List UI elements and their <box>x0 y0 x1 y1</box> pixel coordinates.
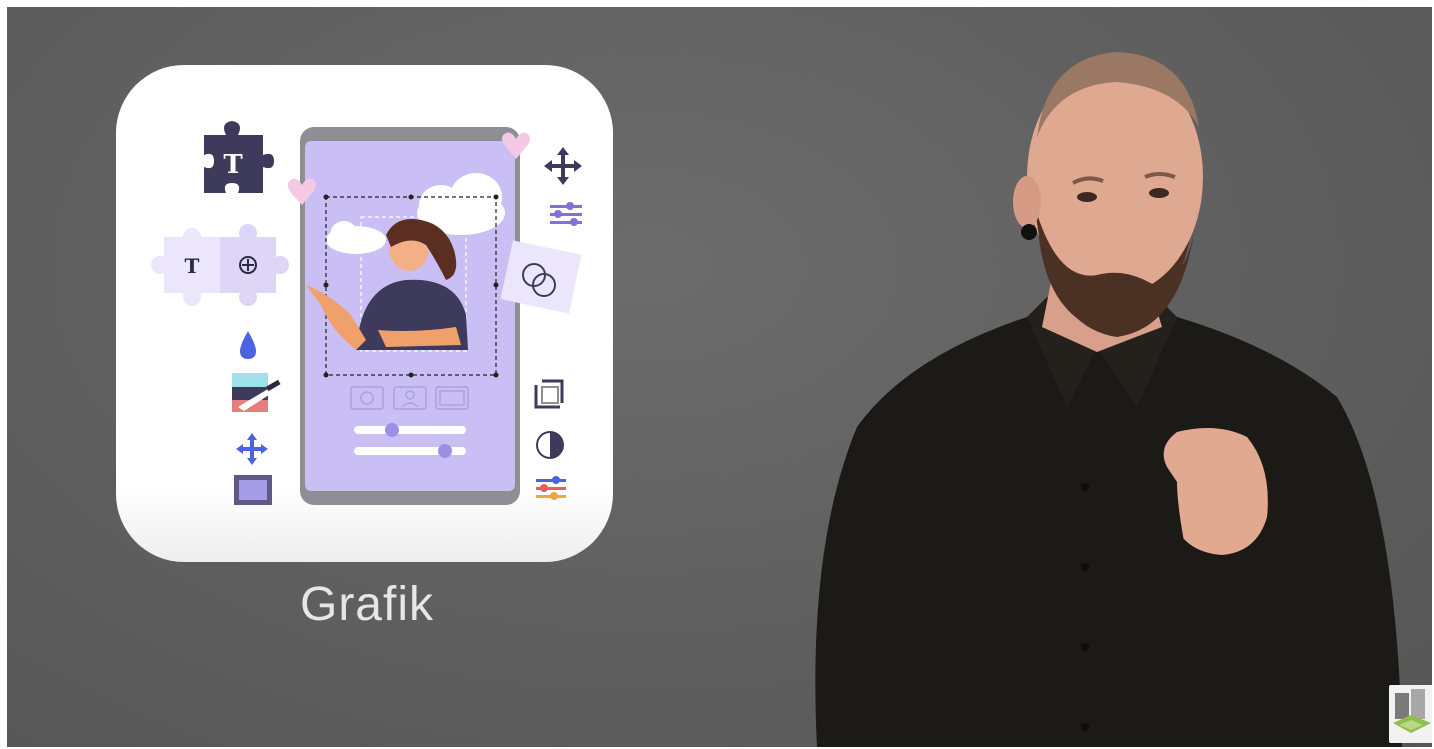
contrast-icon <box>536 431 564 459</box>
graphic-illustration-card: T T <box>116 65 613 562</box>
video-frame: T T Grafik <box>7 7 1432 747</box>
picture-frame-icon <box>234 475 272 505</box>
svg-text:T: T <box>223 150 243 180</box>
slide-caption: Grafik <box>299 578 434 631</box>
presenter-figure <box>815 52 1402 747</box>
droplet-icon <box>240 331 256 359</box>
move-small-icon <box>236 433 268 465</box>
move-icon <box>544 147 582 185</box>
paint-knife-icon <box>232 373 281 412</box>
graphic-illustration: T T <box>151 121 582 505</box>
text-and-add-puzzle-icon: T <box>151 224 289 306</box>
crop-icon <box>534 379 564 409</box>
puzzle-text-icon: T <box>204 121 274 193</box>
sliders-icon <box>550 202 582 226</box>
color-sliders-icon <box>536 476 566 500</box>
cube-logo-icon <box>1393 689 1431 733</box>
svg-text:T: T <box>185 254 200 278</box>
channel-logo <box>1389 685 1432 743</box>
